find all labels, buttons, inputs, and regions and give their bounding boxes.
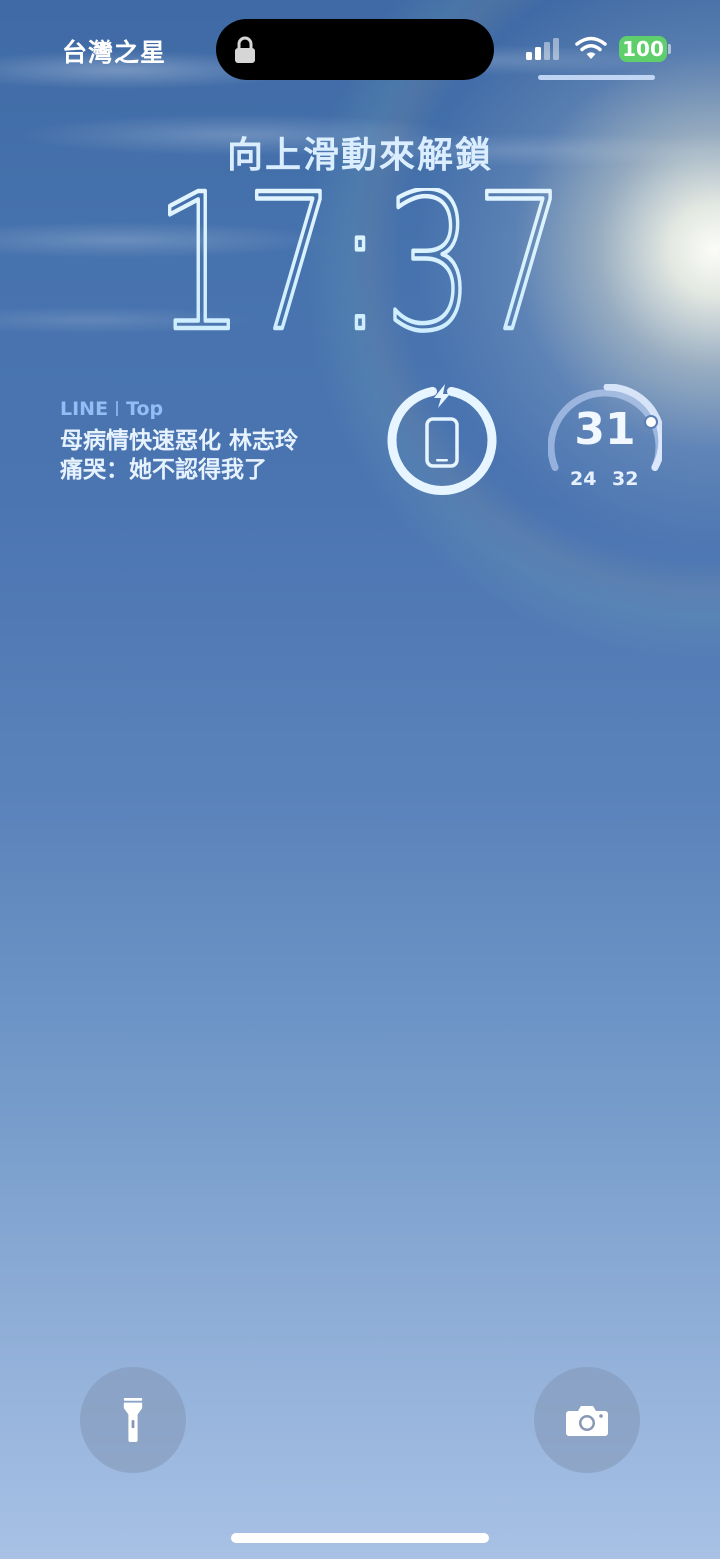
line-news-widget[interactable]: LINE Top 母病情快速惡化 林志玲 痛哭：她不認得我了 — [60, 397, 360, 485]
news-headline-line-1: 母病情快速惡化 林志玲 — [60, 428, 299, 454]
battery-indicator: 100 — [619, 36, 667, 62]
phone-charging-icon — [425, 417, 459, 468]
charging-ring — [387, 386, 497, 495]
current-temperature: 31 — [574, 404, 636, 455]
battery-cap — [668, 44, 671, 54]
swipe-up-to-unlock-hint: 向上滑動來解鎖 — [226, 135, 493, 176]
low-temperature: 24 — [570, 468, 597, 490]
news-headline: 母病情快速惡化 林志玲 痛哭：她不認得我了 — [60, 427, 360, 485]
battery-charging-widget[interactable] — [386, 383, 498, 499]
weather-widget[interactable]: 31 24 32 — [548, 384, 662, 492]
lock-icon — [235, 36, 255, 63]
lightning-bolt-icon — [434, 384, 450, 408]
home-indicator[interactable] — [231, 1533, 489, 1543]
camera-icon — [566, 1406, 608, 1436]
status-bar-indicator — [538, 75, 655, 80]
wifi-icon — [575, 36, 607, 59]
lock-screen-clock: 17:37 — [152, 188, 569, 338]
high-temperature: 32 — [612, 468, 639, 490]
dynamic-island — [216, 19, 494, 80]
news-headline-line-2: 痛哭：她不認得我了 — [60, 457, 267, 483]
clock-time: 17:37 — [154, 188, 566, 338]
cellular-signal-icon — [526, 38, 559, 60]
news-separator — [116, 401, 119, 416]
carrier-name: 台灣之星 — [62, 38, 167, 67]
flashlight-icon — [123, 1398, 143, 1442]
news-source-label: LINE — [60, 398, 109, 420]
news-section-label: Top — [126, 398, 164, 420]
camera-button[interactable] — [534, 1367, 640, 1473]
flashlight-button[interactable] — [80, 1367, 186, 1473]
